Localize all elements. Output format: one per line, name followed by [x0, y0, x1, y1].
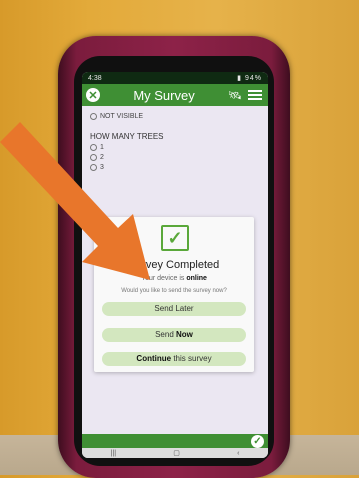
- satellite-icon[interactable]: 🛰: [228, 89, 242, 102]
- signal-icon: ▮: [237, 75, 243, 82]
- recent-apps-icon[interactable]: |||: [111, 450, 116, 457]
- orange-arrow-icon: [0, 122, 150, 280]
- app-title: My Survey: [133, 87, 195, 103]
- bottom-toolbar: [82, 434, 268, 448]
- send-later-button[interactable]: Send Later: [102, 302, 246, 316]
- option-label: NOT VISIBLE: [100, 113, 144, 120]
- send-now-button[interactable]: Send Now: [102, 328, 246, 342]
- send-now-label-b: Now: [176, 330, 193, 339]
- status-icons: ▮ 94%: [237, 74, 262, 82]
- menu-icon[interactable]: [248, 88, 262, 102]
- send-now-label-a: Send: [155, 330, 174, 339]
- done-check-icon[interactable]: ✓: [251, 435, 264, 448]
- option-not-visible[interactable]: NOT VISIBLE: [90, 113, 260, 120]
- app-bar: ✕ My Survey 🛰: [82, 84, 268, 106]
- back-icon[interactable]: ‹: [237, 450, 239, 457]
- close-icon[interactable]: ✕: [86, 88, 100, 102]
- continue-label-a: Continue: [136, 354, 172, 363]
- radio-icon: [90, 113, 97, 120]
- continue-survey-button[interactable]: Continue this survey: [102, 352, 246, 366]
- home-icon[interactable]: ▢: [173, 449, 180, 457]
- status-time: 4:38: [88, 74, 102, 82]
- continue-label-b: this survey: [173, 354, 212, 363]
- android-nav-bar: ||| ▢ ‹: [82, 448, 268, 458]
- battery-level: 94%: [244, 75, 262, 82]
- status-bar: 4:38 ▮ 94%: [82, 72, 268, 84]
